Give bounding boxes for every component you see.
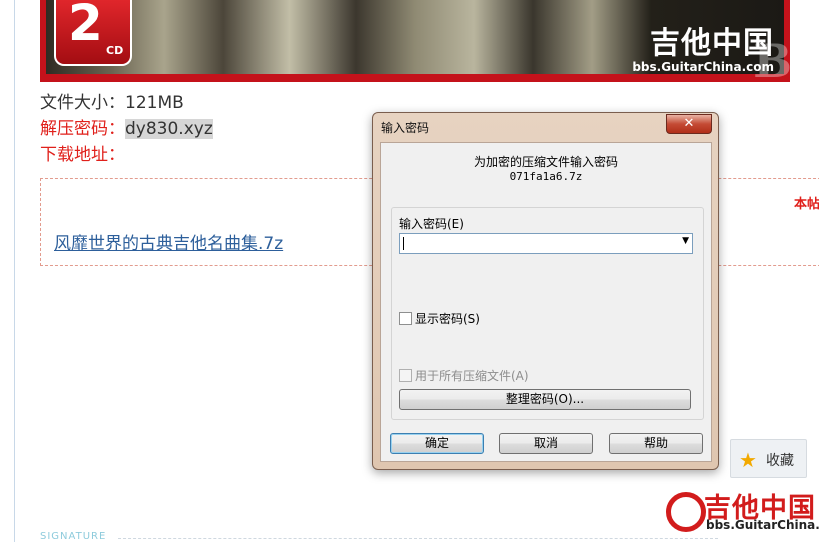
password-line: 解压密码：dy830.xyz — [40, 117, 213, 141]
favorite-button[interactable]: ★ 收藏 — [730, 439, 807, 478]
footer-logo: 吉他中国 bbs.GuitarChina.com — [662, 488, 819, 536]
use-for-all-label: 用于所有压缩文件(A) — [415, 369, 529, 383]
close-button[interactable]: ✕ — [666, 114, 712, 134]
ok-button[interactable]: 确定 — [390, 433, 484, 454]
use-for-all-row: 用于所有压缩文件(A) — [399, 367, 529, 384]
banner-corner-letter: B — [753, 34, 792, 88]
attachment-link[interactable]: 风靡世界的古典吉他名曲集.7z — [54, 229, 283, 254]
file-size-label: 文件大小： — [40, 93, 125, 113]
password-input[interactable]: ▼ — [399, 233, 693, 254]
signature-label: SIGNATURE — [40, 531, 107, 542]
show-password-row[interactable]: 显示密码(S) — [399, 310, 480, 327]
password-group: 输入密码(E) ▼ 显示密码(S) 用于所有压缩文件(A) 整理密码(O)... — [391, 207, 704, 420]
password-group-label: 输入密码(E) — [399, 217, 464, 231]
download-line: 下载地址： — [40, 143, 125, 167]
footer-logo-url: bbs.GuitarChina.com — [706, 518, 819, 532]
star-icon: ★ — [739, 448, 757, 472]
close-icon: ✕ — [683, 116, 695, 131]
dropdown-arrow-icon[interactable]: ▼ — [682, 236, 689, 246]
use-for-all-checkbox — [399, 369, 412, 382]
organize-passwords-button[interactable]: 整理密码(O)... — [399, 389, 691, 410]
dialog-filename: 071fa1a6.7z — [509, 170, 583, 183]
text-caret — [403, 237, 404, 250]
guitar-logo-icon — [666, 492, 706, 532]
page-left-border — [14, 0, 15, 542]
cd-number: 2 — [68, 0, 103, 52]
file-size-line: 文件大小：121MB — [40, 91, 184, 115]
file-size-value: 121MB — [125, 93, 184, 113]
download-label: 下载地址： — [40, 145, 125, 165]
cd-badge: 2 CD — [54, 0, 132, 66]
dialog-body: 为加密的压缩文件输入密码 071fa1a6.7z 输入密码(E) ▼ 显示密码(… — [380, 142, 712, 462]
show-password-label: 显示密码(S) — [415, 312, 480, 326]
password-label: 解压密码： — [40, 119, 125, 139]
cd-label: CD — [106, 44, 124, 57]
dialog-title: 输入密码 — [381, 121, 430, 135]
signature-divider — [118, 538, 718, 539]
help-button[interactable]: 帮助 — [609, 433, 703, 454]
password-dialog: 输入密码 ✕ 为加密的压缩文件输入密码 071fa1a6.7z 输入密码(E) … — [372, 112, 719, 470]
password-value[interactable]: dy830.xyz — [125, 119, 213, 139]
dialog-header: 为加密的压缩文件输入密码 — [473, 155, 618, 169]
cancel-button[interactable]: 取消 — [499, 433, 593, 454]
show-password-checkbox[interactable] — [399, 312, 412, 325]
album-banner: 2 CD 吉他中国 bbs.GuitarChina.com B — [40, 0, 792, 88]
favorite-label: 收藏 — [766, 453, 794, 469]
post-red-tag: 本帖 — [794, 197, 819, 212]
